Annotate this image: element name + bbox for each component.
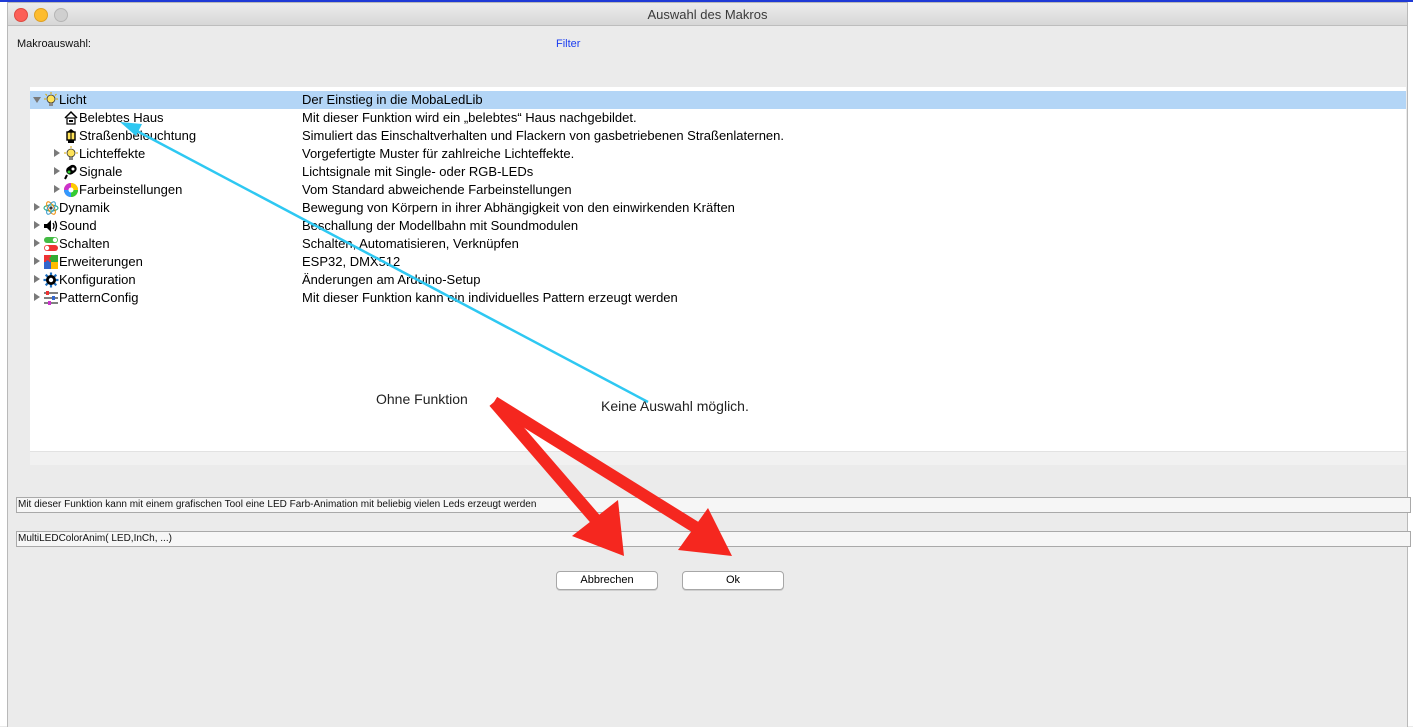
tree-row-signale[interactable]: Signale Lichtsignale mit Single- oder RG… (30, 163, 1406, 181)
annotation-no-function: Ohne Funktion (376, 391, 468, 407)
tree-row-label: Schalten (59, 236, 110, 251)
disclosure-closed-icon[interactable] (34, 239, 40, 247)
tree-row-farbeinstellungen[interactable]: Farbeinstellungen Vom Standard abweichen… (30, 181, 1406, 199)
tree-row-label: Signale (79, 164, 123, 179)
switch-icon (44, 237, 58, 251)
tree-row-sound[interactable]: Sound Beschallung der Modellbahn mit Sou… (30, 217, 1406, 235)
tree-row-dynamik[interactable]: Dynamik Bewegung von Körpern in ihrer Ab… (30, 199, 1406, 217)
disclosure-closed-icon[interactable] (34, 257, 40, 265)
puzzle-icon (44, 255, 58, 269)
tree-row-description: ESP32, DMX512 (302, 254, 401, 269)
macro-signature-field: MultiLEDColorAnim( LED,InCh, ...) (16, 531, 1411, 547)
signal-icon (64, 164, 77, 180)
house-icon (64, 110, 78, 125)
tree-row-description: Vorgefertigte Muster für zahlreiche Lich… (302, 146, 575, 161)
tree-row-erweiterungen[interactable]: Erweiterungen ESP32, DMX512 (30, 253, 1406, 271)
cancel-button[interactable]: Abbrechen (556, 571, 658, 590)
tree-row-description: Bewegung von Körpern in ihrer Abhängigke… (302, 200, 735, 215)
macro-selection-label: Makroauswahl: (17, 38, 91, 50)
macro-selection-dialog: Auswahl des Makros Makroauswahl: Filter … (7, 2, 1411, 727)
annotation-no-selection: Keine Auswahl möglich. (601, 398, 749, 414)
tree-row-description: Mit dieser Funktion kann ein individuell… (302, 290, 678, 305)
tree-row-label: PatternConfig (59, 290, 139, 305)
disclosure-closed-icon[interactable] (54, 185, 60, 193)
tree-row-schalten[interactable]: Schalten Schalten, Automatisieren, Verkn… (30, 235, 1406, 253)
macro-description-field: Mit dieser Funktion kann mit einem grafi… (16, 497, 1411, 513)
disclosure-closed-icon[interactable] (34, 275, 40, 283)
disclosure-closed-icon[interactable] (54, 149, 60, 157)
tree-row-label: Sound (59, 218, 97, 233)
lantern-icon (66, 129, 76, 143)
disclosure-closed-icon[interactable] (54, 167, 60, 175)
gear-icon (43, 272, 59, 288)
disclosure-closed-icon[interactable] (34, 221, 40, 229)
lightbulb-icon (44, 92, 58, 106)
tree-row-label: Farbeinstellungen (79, 182, 183, 197)
tree-row-strassenbeleuchtung[interactable]: Straßenbeleuchtung Simuliert das Einscha… (30, 127, 1406, 145)
atom-icon (43, 201, 59, 215)
tree-row-description: Mit dieser Funktion wird ein „belebtes“ … (302, 110, 637, 125)
tree-row-description: Vom Standard abweichende Farbeinstellung… (302, 182, 572, 197)
disclosure-closed-icon[interactable] (34, 293, 40, 301)
horizontal-scrollbar[interactable] (30, 451, 1406, 465)
tree-row-label: Belebtes Haus (79, 110, 164, 125)
color-wheel-icon (64, 183, 78, 197)
tree-row-description: Schalten, Automatisieren, Verknüpfen (302, 236, 519, 251)
tree-row-label: Straßenbeleuchtung (79, 128, 197, 143)
window-title: Auswahl des Makros (647, 7, 768, 22)
tree-row-konfiguration[interactable]: Konfiguration Änderungen am Arduino-Setu… (30, 271, 1406, 289)
tree-row-description: Simuliert das Einschaltverhalten und Fla… (302, 128, 784, 143)
tree-row-licht[interactable]: Licht Der Einstieg in die MobaLedLib (30, 91, 1406, 109)
tree-row-patternconfig[interactable]: PatternConfig Mit dieser Funktion kann e… (30, 289, 1406, 307)
tree-row-description: Änderungen am Arduino-Setup (302, 272, 481, 287)
tree-row-lichteffekte[interactable]: Lichteffekte Vorgefertigte Muster für za… (30, 145, 1406, 163)
title-bar[interactable]: Auswahl des Makros (8, 3, 1407, 26)
speaker-icon (44, 220, 58, 232)
disclosure-open-icon[interactable] (33, 97, 41, 103)
tree-row-description: Beschallung der Modellbahn mit Soundmodu… (302, 218, 579, 233)
tree-row-label: Konfiguration (59, 272, 136, 287)
lightbulb-icon (64, 146, 78, 160)
tree-row-label: Lichteffekte (79, 146, 146, 161)
tree-row-label: Licht (59, 92, 87, 107)
tree-row-description: Lichtsignale mit Single- oder RGB-LEDs (302, 164, 534, 179)
sliders-icon (44, 291, 58, 305)
disclosure-closed-icon[interactable] (34, 203, 40, 211)
tree-row-description: Der Einstieg in die MobaLedLib (302, 92, 483, 107)
tree-row-label: Dynamik (59, 200, 110, 215)
tree-row-belebtes-haus[interactable]: Belebtes Haus Mit dieser Funktion wird e… (30, 109, 1406, 127)
ok-button[interactable]: Ok (682, 571, 784, 590)
filter-link[interactable]: Filter (556, 38, 580, 50)
tree-row-label: Erweiterungen (59, 254, 143, 269)
